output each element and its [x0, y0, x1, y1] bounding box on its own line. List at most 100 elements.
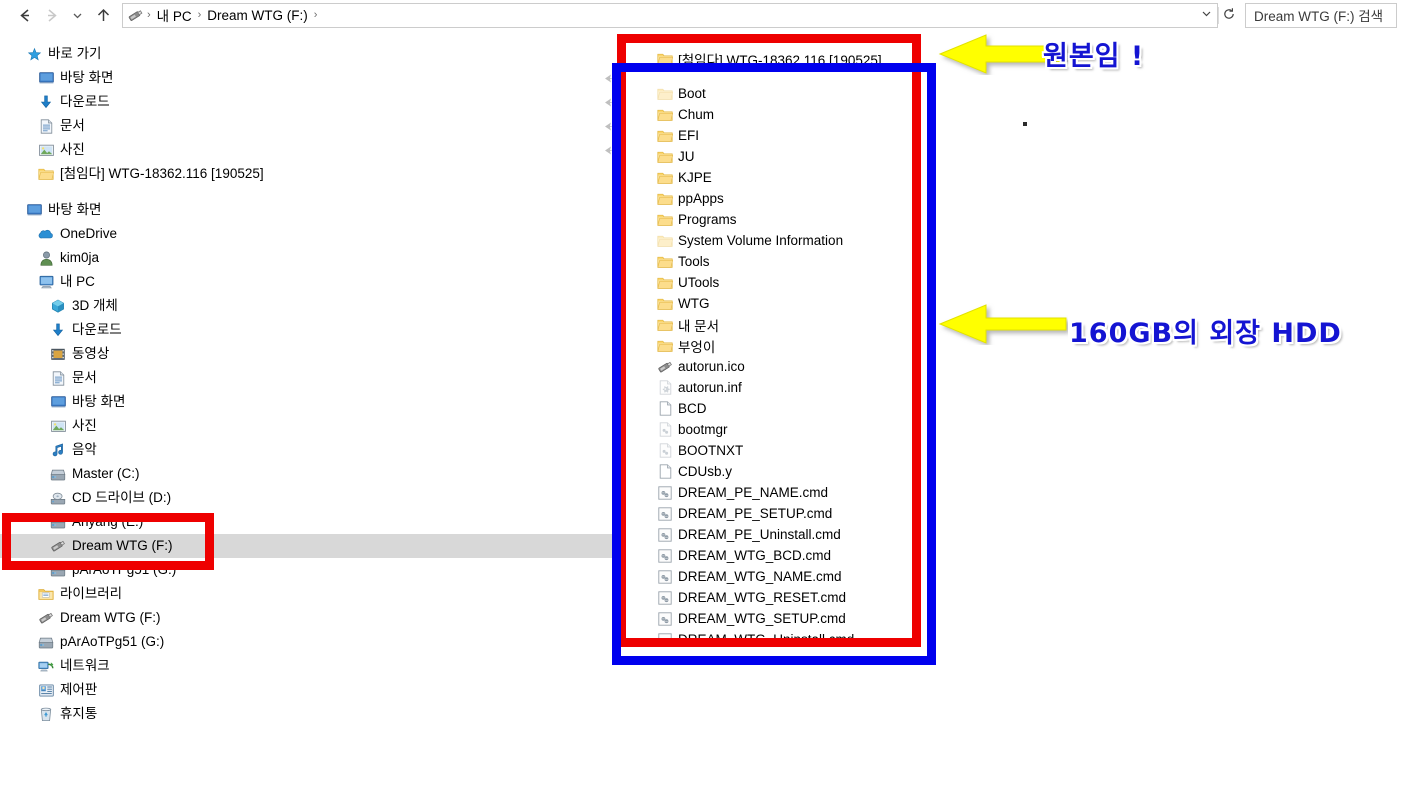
file-list-item[interactable]: Tools — [657, 251, 710, 272]
file-list-item[interactable]: WTG — [657, 293, 710, 314]
3d-objects-icon — [50, 298, 66, 314]
sidebar-item-16-group-2[interactable]: pArAoTPg51 (G:) — [0, 558, 613, 582]
sidebar-item-7-group-2[interactable]: 동영상 — [0, 342, 613, 366]
file-list-item-label: DREAM_PE_Uninstall.cmd — [678, 527, 841, 542]
file-list-item[interactable]: autorun.inf — [657, 377, 742, 398]
file-list-item[interactable]: autorun.ico — [657, 356, 745, 377]
file-list-item[interactable]: ppApps — [657, 188, 724, 209]
file-list-item[interactable]: KJPE — [657, 167, 712, 188]
file-list-item-label: EFI — [678, 128, 700, 143]
file-list-item[interactable]: DREAM_WTG_RESET.cmd — [657, 587, 846, 608]
file-list-item[interactable]: System Volume Information — [657, 230, 843, 251]
file-list-item[interactable]: DREAM_WTG_Uninstall.cmd — [657, 629, 854, 650]
file-list-item[interactable]: [첨임다] WTG-18362.116 [190525] — [657, 48, 882, 69]
arrow-up-icon — [97, 8, 109, 21]
file-list-item[interactable]: DREAM_WTG_NAME.cmd — [657, 566, 842, 587]
sidebar-item-20-group-2[interactable]: 네트워크 — [0, 654, 613, 678]
file-list-item[interactable]: DREAM_PE_NAME.cmd — [657, 482, 828, 503]
breadcrumb-separator: › — [147, 9, 151, 21]
sidebar-item-2-group-1[interactable]: 바탕 화면 — [0, 66, 613, 90]
sidebar-item-6-group-2[interactable]: 다운로드 — [0, 318, 613, 342]
file-list-item[interactable]: bootmgr — [657, 419, 728, 440]
folder-icon — [657, 233, 673, 249]
sidebar-item-15-group-2[interactable]: Dream WTG (F:) — [0, 534, 613, 558]
file-list-item[interactable]: EFI — [657, 125, 699, 146]
file-list-item-label: autorun.inf — [678, 380, 742, 395]
user-account-icon — [38, 250, 54, 266]
arrow-left-icon — [19, 8, 29, 22]
sidebar-item-6-group-1[interactable]: [첨임다] WTG-18362.116 [190525] — [0, 162, 613, 186]
file-list-item[interactable]: DREAM_PE_Uninstall.cmd — [657, 524, 841, 545]
blank-file-icon — [657, 464, 673, 480]
sidebar-item-3-group-2[interactable]: kim0ja — [0, 246, 613, 270]
file-list-item[interactable]: BCD — [657, 398, 707, 419]
sidebar-item-5-group-1[interactable]: 사진 — [0, 138, 613, 162]
refresh-button[interactable] — [1218, 6, 1239, 24]
sidebar-item-label: 내 PC — [60, 274, 95, 290]
file-list-item[interactable]: DREAM_WTG_BCD.cmd — [657, 545, 831, 566]
sidebar-item-17-group-2[interactable]: 라이브러리 — [0, 582, 613, 606]
file-list-item[interactable]: Boot — [657, 83, 706, 104]
breadcrumb-item-dream-wtg[interactable]: Dream WTG (F:) — [203, 7, 312, 24]
chevron-down-icon — [1202, 11, 1210, 17]
sidebar-item-4-group-2[interactable]: 내 PC — [0, 270, 613, 294]
address-bar[interactable]: › 내 PC › Dream WTG (F:) › — [122, 2, 1218, 28]
file-list-item[interactable]: JU — [657, 146, 695, 167]
file-list-item[interactable]: DREAM_WTG_SETUP.cmd — [657, 608, 846, 629]
sidebar-item-13-group-2[interactable]: CD 드라이브 (D:) — [0, 486, 613, 510]
sidebar-item-18-group-2[interactable]: Dream WTG (F:) — [0, 606, 613, 630]
breadcrumb-item-my-pc[interactable]: 내 PC — [153, 4, 196, 26]
blank-file-icon — [657, 401, 673, 417]
back-button[interactable] — [12, 2, 38, 28]
folder-icon — [657, 317, 673, 333]
file-list-item[interactable]: DREAM_PE_SETUP.cmd — [657, 503, 832, 524]
file-list-item[interactable]: CDUsb.y — [657, 461, 732, 482]
sidebar-item-label: 문서 — [72, 370, 97, 386]
file-list-item-label: ppApps — [678, 191, 724, 206]
sidebar-item-14-group-2[interactable]: Anyang (E:) — [0, 510, 613, 534]
cmd-script-icon — [657, 632, 673, 648]
address-dropdown-button[interactable] — [1197, 8, 1215, 22]
sidebar-item-2-group-2[interactable]: OneDrive — [0, 222, 613, 246]
file-list-item-label: 부엉이 — [678, 339, 716, 355]
recent-locations-button[interactable] — [64, 2, 90, 28]
sidebar-item-1-group-2[interactable]: 바탕 화면 — [0, 198, 613, 222]
file-list-item[interactable]: 부엉이 — [657, 335, 715, 356]
sidebar-item-1-group-1[interactable]: 바로 가기 — [0, 42, 613, 66]
folder-icon — [657, 170, 673, 186]
sidebar-item-12-group-2[interactable]: Master (C:) — [0, 462, 613, 486]
sidebar-item-label: Anyang (E:) — [72, 514, 144, 530]
navigation-toolbar: › 내 PC › Dream WTG (F:) › Dream WTG (F:)… — [0, 0, 1401, 30]
folder-icon — [657, 51, 673, 67]
sidebar-item-3-group-1[interactable]: 다운로드 — [0, 90, 613, 114]
sidebar-item-19-group-2[interactable]: pArAoTPg51 (G:) — [0, 630, 613, 654]
file-list-item-label: Programs — [678, 212, 737, 227]
search-input[interactable]: Dream WTG (F:) 검색 — [1245, 2, 1397, 28]
sidebar-item-11-group-2[interactable]: 음악 — [0, 438, 613, 462]
file-list-item[interactable]: 내 문서 — [657, 314, 719, 335]
sidebar-item-8-group-2[interactable]: 문서 — [0, 366, 613, 390]
sidebar-item-label: 제어판 — [60, 682, 98, 698]
file-list-item-label: BCD — [678, 401, 707, 416]
sidebar-item-4-group-1[interactable]: 문서 — [0, 114, 613, 138]
cmd-script-icon — [657, 590, 673, 606]
file-list-item[interactable]: UTools — [657, 272, 719, 293]
up-button[interactable] — [90, 2, 116, 28]
sidebar-item-10-group-2[interactable]: 사진 — [0, 414, 613, 438]
file-list-item[interactable]: BOOTNXT — [657, 440, 743, 461]
navigation-pane: 바로 가기 바탕 화면 다운로드 문서 사진 [첨임다] WTG-18362.116 [1… — [0, 34, 613, 792]
cd-drive-icon — [50, 490, 66, 506]
file-list-item-label: CDUsb.y — [678, 464, 733, 479]
sidebar-item-label: 음악 — [72, 442, 97, 458]
sidebar-item-21-group-2[interactable]: 제어판 — [0, 678, 613, 702]
file-list-item[interactable]: Programs — [657, 209, 737, 230]
pictures-icon — [38, 142, 54, 158]
sidebar-item-5-group-2[interactable]: 3D 개체 — [0, 294, 613, 318]
sidebar-item-22-group-2[interactable]: 휴지통 — [0, 702, 613, 726]
sidebar-item-9-group-2[interactable]: 바탕 화면 — [0, 390, 613, 414]
system-file-icon — [657, 422, 673, 438]
file-list-item-label: Tools — [678, 254, 710, 269]
forward-button[interactable] — [38, 2, 64, 28]
breadcrumb-separator: › — [197, 9, 202, 21]
file-list-item[interactable]: Chum — [657, 104, 714, 125]
